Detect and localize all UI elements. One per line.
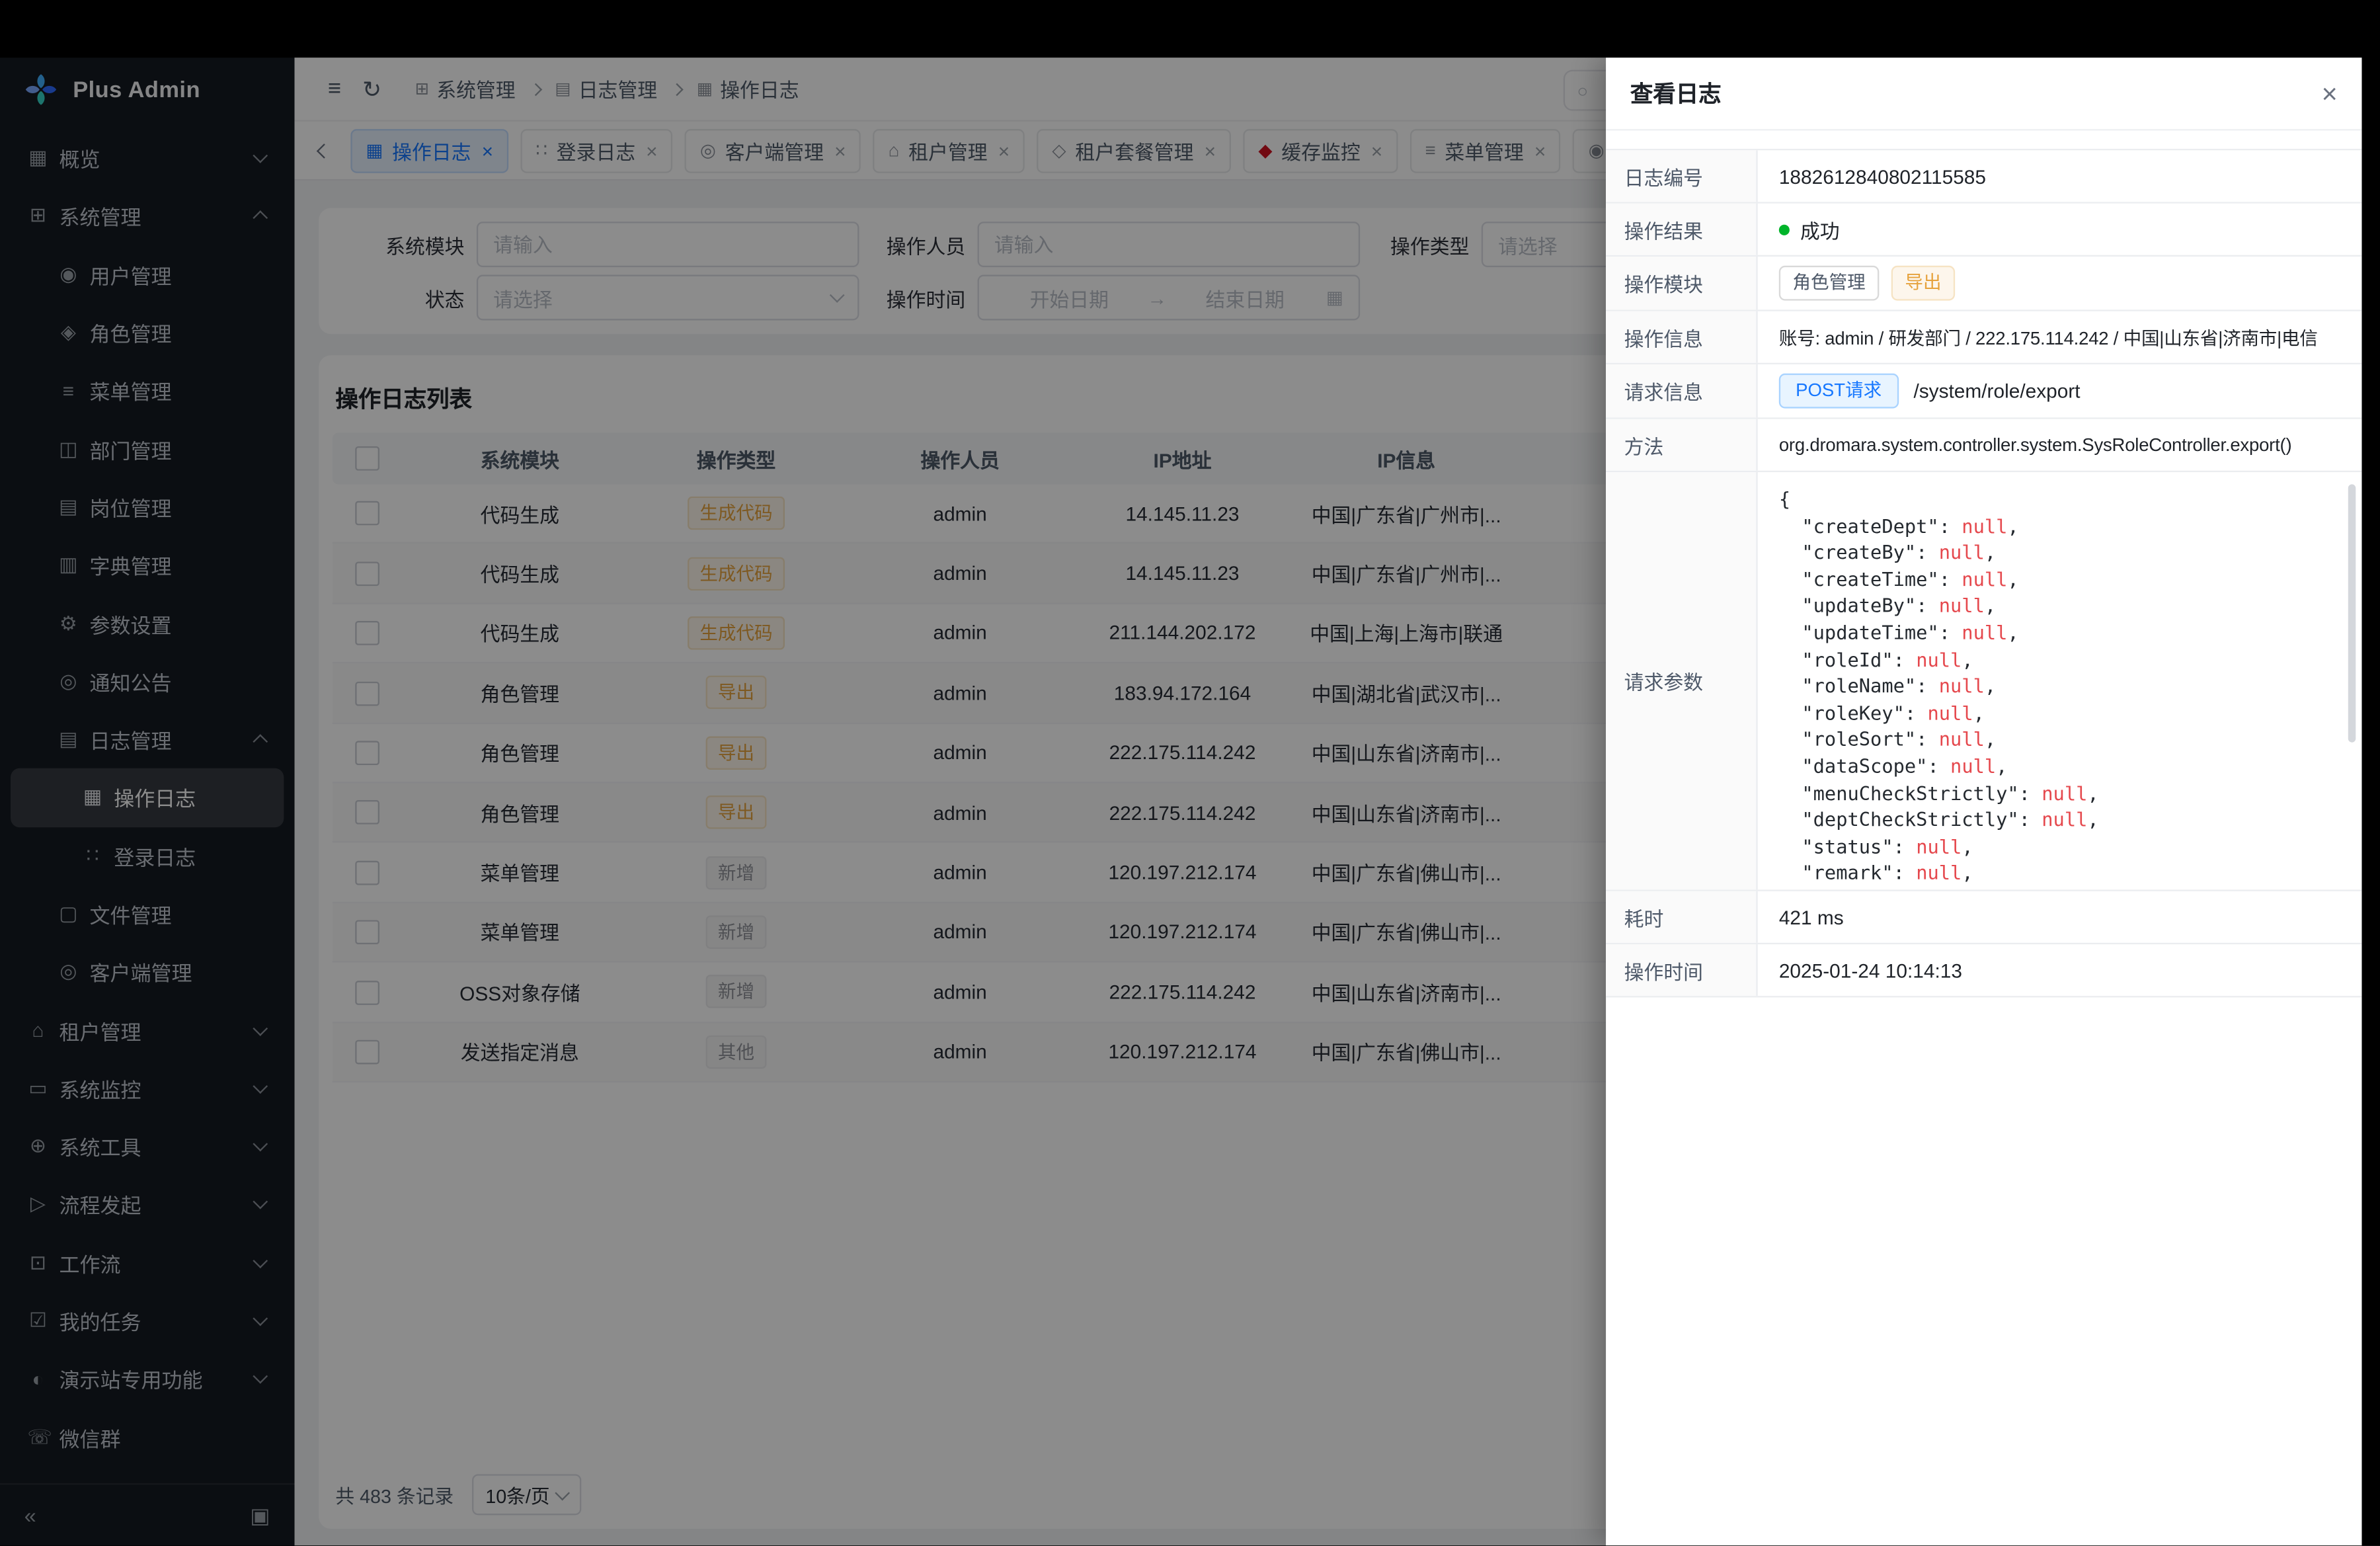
json-key: "roleId" <box>1779 647 1893 670</box>
json-line: "createBy": null, <box>1779 539 2340 565</box>
json-punct: , <box>1985 728 1996 751</box>
json-punct: : <box>1893 862 1917 884</box>
json-key: "dataScope" <box>1779 754 1928 777</box>
json-punct: : <box>1893 647 1917 670</box>
json-punct: : <box>1916 594 1939 617</box>
json-null-value: null <box>1950 754 1996 777</box>
json-line: "roleKey": null, <box>1779 700 2340 726</box>
json-code: { "createDept": null, "createBy": null, … <box>1779 486 2340 887</box>
json-null-value: null <box>1916 834 1962 857</box>
json-punct: : <box>1916 541 1939 563</box>
json-key: "menuCheckStrictly" <box>1779 781 2019 803</box>
detail-row-log-id: 日志编号 1882612840802115585 <box>1606 150 2361 203</box>
json-key: "createBy" <box>1779 541 1916 563</box>
json-key: "updateBy" <box>1779 594 1916 617</box>
detail-row-time: 操作时间 2025-01-24 10:14:13 <box>1606 944 2361 997</box>
json-line: "dataScope": null, <box>1779 753 2340 780</box>
json-punct: , <box>1985 594 1996 617</box>
json-key: "roleSort" <box>1779 728 1916 751</box>
json-line: "deptCheckStrictly": null, <box>1779 806 2340 833</box>
json-null-value: null <box>1916 647 1962 670</box>
action-tag: 导出 <box>1891 266 1955 301</box>
json-punct: , <box>1973 701 1985 723</box>
json-line: "roleId": null, <box>1779 646 2340 672</box>
json-punct: , <box>1985 541 1996 563</box>
json-punct: : <box>2019 808 2042 831</box>
json-null-value: null <box>1927 701 1973 723</box>
json-punct: : <box>1939 621 1962 643</box>
json-punct: : <box>1916 728 1939 751</box>
json-punct: , <box>2007 514 2018 536</box>
json-punct: , <box>1996 754 2007 777</box>
detail-row-request: 请求信息 POST请求 /system/role/export <box>1606 364 2361 419</box>
json-key: "deptCheckStrictly" <box>1779 808 2019 831</box>
view-log-drawer: 查看日志 × 日志编号 1882612840802115585 操作结果 成功 … <box>1606 58 2361 1546</box>
json-key: "remark" <box>1779 862 1893 884</box>
request-url: /system/role/export <box>1913 380 2080 402</box>
json-punct: : <box>1893 834 1917 857</box>
json-line: "roleName": null, <box>1779 672 2340 699</box>
detail-row-params: 请求参数 { "createDept": null, "createBy": n… <box>1606 472 2361 891</box>
json-line: "createDept": null, <box>1779 512 2340 539</box>
json-punct: : <box>2019 781 2042 803</box>
log-detail-table: 日志编号 1882612840802115585 操作结果 成功 操作模块 角色… <box>1606 149 2361 997</box>
json-line: "remark": null, <box>1779 860 2340 886</box>
json-null-value: null <box>1962 567 2007 590</box>
scrollbar-thumb[interactable] <box>2348 484 2356 742</box>
app-root: Plus Admin ▦概览⊞系统管理◉用户管理◈角色管理≡菜单管理◫部门管理▤… <box>0 0 2380 1546</box>
request-params-json[interactable]: { "createDept": null, "createBy": null, … <box>1758 472 2362 889</box>
result-text: 成功 <box>1800 215 1840 244</box>
json-punct: , <box>1985 674 1996 697</box>
json-punct: : <box>1939 514 1962 536</box>
json-punct: , <box>1962 647 1973 670</box>
json-line: "updateTime": null, <box>1779 620 2340 646</box>
json-punct: , <box>1962 834 1973 857</box>
json-null-value: null <box>1939 594 1985 617</box>
json-key: "status" <box>1779 834 1893 857</box>
json-line: "menuCheckStrictly": null, <box>1779 780 2340 806</box>
detail-row-info: 操作信息 账号: admin / 研发部门 / 222.175.114.242 … <box>1606 311 2361 364</box>
json-null-value: null <box>1939 541 1985 563</box>
success-status-dot <box>1779 224 1790 235</box>
json-punct: , <box>1962 862 1973 884</box>
detail-row-module: 操作模块 角色管理 导出 <box>1606 257 2361 311</box>
drawer-title: 查看日志 <box>1630 77 1722 109</box>
json-punct: : <box>1927 754 1950 777</box>
json-key: "roleKey" <box>1779 701 1905 723</box>
json-punct: , <box>2087 781 2098 803</box>
json-null-value: null <box>2042 808 2087 831</box>
detail-row-duration: 耗时 421 ms <box>1606 891 2361 944</box>
json-key: "roleName" <box>1779 674 1916 697</box>
json-null-value: null <box>1939 728 1985 751</box>
json-punct: , <box>2007 567 2018 590</box>
detail-row-method: 方法 org.dromara.system.controller.system.… <box>1606 419 2361 472</box>
json-key: "createDept" <box>1779 514 1939 536</box>
json-punct: : <box>1939 567 1962 590</box>
json-punct: : <box>1905 701 1928 723</box>
right-edge-strip <box>2361 0 2380 1546</box>
drawer-header: 查看日志 × <box>1606 58 2361 130</box>
json-line: "roleSort": null, <box>1779 726 2340 753</box>
json-null-value: null <box>1916 862 1962 884</box>
json-line: "status": null, <box>1779 833 2340 860</box>
post-method-tag: POST请求 <box>1779 374 1899 409</box>
json-punct: , <box>2087 808 2098 831</box>
module-tag: 角色管理 <box>1779 266 1880 301</box>
json-punct: , <box>2007 621 2018 643</box>
json-null-value: null <box>1962 621 2007 643</box>
json-null-value: null <box>1939 674 1985 697</box>
json-key: "updateTime" <box>1779 621 1939 643</box>
json-key: "createTime" <box>1779 567 1939 590</box>
json-line: { <box>1779 486 2340 512</box>
json-line: "updateBy": null, <box>1779 592 2340 619</box>
json-punct: : <box>1916 674 1939 697</box>
close-icon[interactable]: × <box>2322 80 2338 107</box>
json-null-value: null <box>2042 781 2087 803</box>
detail-row-result: 操作结果 成功 <box>1606 204 2361 257</box>
json-line: "createTime": null, <box>1779 566 2340 592</box>
json-null-value: null <box>1962 514 2007 536</box>
